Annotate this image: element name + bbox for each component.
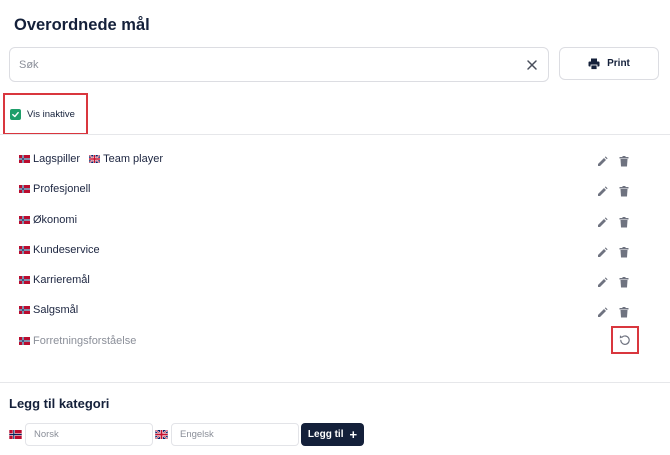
edit-icon[interactable] <box>597 275 608 288</box>
norway-flag-icon <box>19 336 30 345</box>
add-category-label: Legg til <box>307 429 344 440</box>
norway-flag-icon <box>9 430 22 439</box>
goal-label: Karrieremål <box>19 272 90 288</box>
goal-name: Forretningsforståelse <box>33 334 137 347</box>
goal-label: Økonomi <box>19 212 77 228</box>
goal-label: Kundeservice <box>19 242 100 258</box>
list-item: Økonomi <box>19 209 639 239</box>
edit-icon[interactable] <box>597 305 608 318</box>
show-inactive-toggle[interactable]: Vis inaktive <box>3 93 88 135</box>
goal-label: Salgsmål <box>19 302 78 318</box>
list-item: Lagspiller Team player <box>19 148 639 178</box>
goal-label: Profesjonell <box>19 181 90 197</box>
print-button[interactable]: Print <box>559 47 659 80</box>
norway-flag-icon <box>19 215 30 224</box>
delete-icon[interactable] <box>619 154 629 167</box>
norway-flag-icon <box>19 155 30 163</box>
delete-icon[interactable] <box>619 245 629 258</box>
norway-flag-icon <box>19 306 30 315</box>
search-box <box>9 47 549 82</box>
norway-flag-icon <box>19 276 30 285</box>
printer-icon <box>588 58 600 70</box>
goal-name: Økonomi <box>33 213 78 226</box>
list-item: Kundeservice <box>19 239 639 269</box>
uk-flag-icon <box>155 430 168 439</box>
delete-icon[interactable] <box>619 184 629 197</box>
goal-name: Karrieremål <box>33 274 90 287</box>
divider <box>0 382 670 383</box>
goal-list: Lagspiller Team player Profesjonell Økon… <box>19 148 639 360</box>
page-title: Overordnede mål <box>14 16 150 34</box>
list-item: Salgsmål <box>19 299 639 329</box>
edit-icon[interactable] <box>597 154 608 166</box>
plus-icon: + <box>349 427 358 442</box>
goal-name: Profesjonell <box>33 183 91 196</box>
add-category-button[interactable]: Legg til + <box>301 423 364 446</box>
checkmark-icon <box>12 111 19 117</box>
close-icon[interactable] <box>525 58 539 72</box>
norway-flag-icon <box>19 185 30 194</box>
goal-label: Lagspiller Team player <box>19 151 163 167</box>
edit-icon[interactable] <box>597 215 608 227</box>
divider <box>0 134 670 135</box>
search-input[interactable] <box>19 56 519 74</box>
edit-icon[interactable] <box>597 184 608 197</box>
add-category-title: Legg til kategori <box>9 396 110 411</box>
english-name-input[interactable] <box>171 423 299 446</box>
show-inactive-checkbox[interactable] <box>10 108 21 120</box>
delete-icon[interactable] <box>619 215 629 228</box>
delete-icon[interactable] <box>619 275 629 288</box>
delete-icon[interactable] <box>619 305 629 318</box>
goal-name: Kundeservice <box>33 243 100 256</box>
goal-english-name: Team player <box>103 153 164 165</box>
uk-flag-icon <box>89 155 101 163</box>
edit-icon[interactable] <box>597 245 608 257</box>
restore-button[interactable] <box>611 325 639 354</box>
norway-flag-icon <box>19 245 30 254</box>
norwegian-name-input[interactable] <box>25 423 153 446</box>
restore-icon <box>619 334 630 345</box>
goal-name: Salgsmål <box>33 304 79 317</box>
show-inactive-label: Vis inaktive <box>27 108 75 120</box>
list-item: Karrieremål <box>19 269 639 299</box>
goal-label: Forretningsforståelse <box>19 333 136 349</box>
list-item-inactive: Forretningsforståelse <box>19 325 639 360</box>
print-label: Print <box>607 58 630 69</box>
goal-name: Lagspiller <box>33 153 81 165</box>
list-item: Profesjonell <box>19 178 639 208</box>
